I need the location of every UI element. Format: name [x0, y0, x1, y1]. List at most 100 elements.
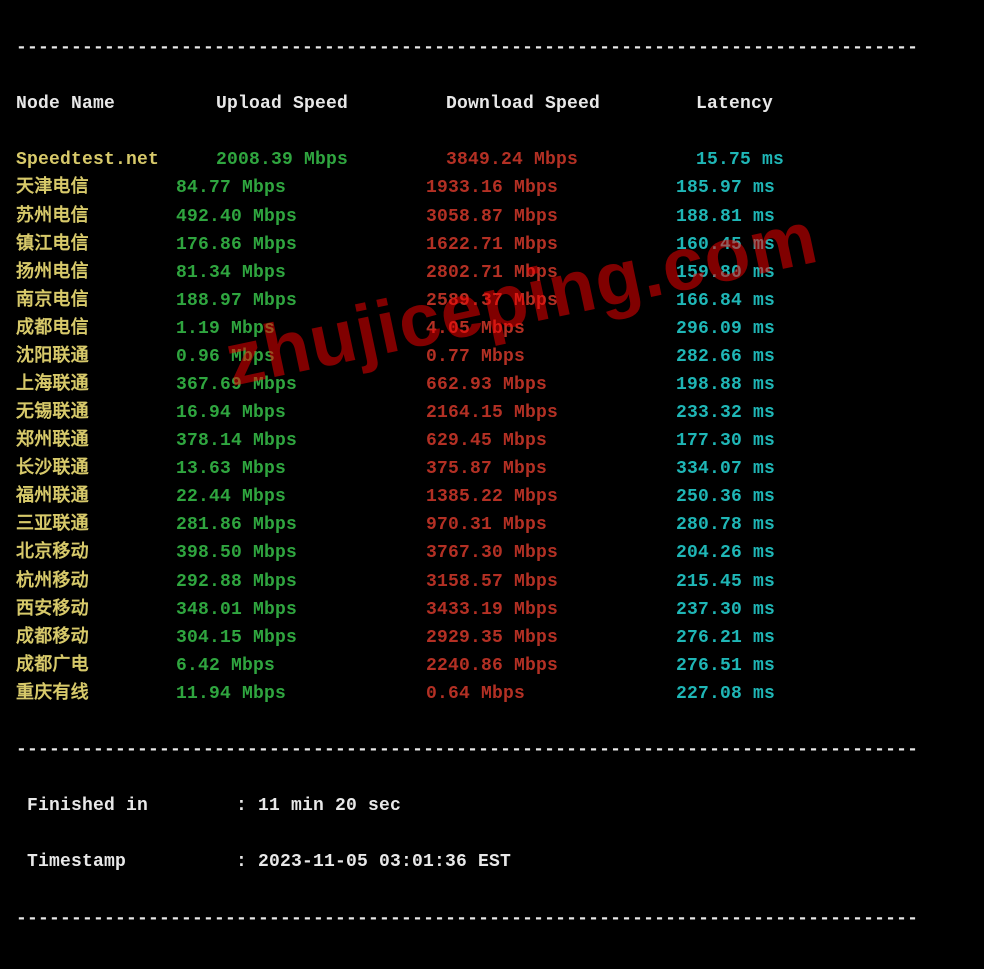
table-row: 成都电信1.19 Mbps4.05 Mbps296.09 ms [16, 315, 968, 343]
finished-sep: : [236, 792, 258, 820]
cell-latency: 166.84 ms [676, 287, 775, 315]
cell-upload: 22.44 Mbps [176, 483, 426, 511]
cell-upload: 1.19 Mbps [176, 315, 426, 343]
cell-latency: 280.78 ms [676, 511, 775, 539]
cell-node: 重庆有线 [16, 680, 176, 708]
cell-upload: 292.88 Mbps [176, 568, 426, 596]
cell-latency: 159.80 ms [676, 259, 775, 287]
divider-mid: ----------------------------------------… [16, 736, 968, 764]
cell-download: 3767.30 Mbps [426, 539, 676, 567]
cell-download: 2164.15 Mbps [426, 399, 676, 427]
footer-timestamp: Timestamp: 2023-11-05 03:01:36 EST [16, 848, 968, 876]
cell-latency: 160.45 ms [676, 231, 775, 259]
cell-download: 2240.86 Mbps [426, 652, 676, 680]
table-row: 南京电信188.97 Mbps2589.37 Mbps166.84 ms [16, 287, 968, 315]
timestamp-sep: : [236, 848, 258, 876]
timestamp-label: Timestamp [16, 848, 236, 876]
cell-latency: 15.75 ms [696, 146, 784, 174]
table-body: Speedtest.net2008.39 Mbps3849.24 Mbps15.… [16, 146, 968, 708]
timestamp-value: 2023-11-05 03:01:36 EST [258, 848, 511, 876]
table-row: 重庆有线11.94 Mbps0.64 Mbps227.08 ms [16, 680, 968, 708]
cell-download: 970.31 Mbps [426, 511, 676, 539]
cell-node: 郑州联通 [16, 427, 176, 455]
header-download: Download Speed [446, 90, 696, 118]
table-row: 杭州移动292.88 Mbps3158.57 Mbps215.45 ms [16, 568, 968, 596]
cell-upload: 304.15 Mbps [176, 624, 426, 652]
cell-upload: 6.42 Mbps [176, 652, 426, 680]
cell-latency: 282.66 ms [676, 343, 775, 371]
cell-latency: 185.97 ms [676, 174, 775, 202]
cell-latency: 296.09 ms [676, 315, 775, 343]
cell-latency: 233.32 ms [676, 399, 775, 427]
cell-download: 1385.22 Mbps [426, 483, 676, 511]
table-row: 上海联通367.69 Mbps662.93 Mbps198.88 ms [16, 371, 968, 399]
table-row: 福州联通22.44 Mbps1385.22 Mbps250.36 ms [16, 483, 968, 511]
header-latency: Latency [696, 90, 773, 118]
cell-node: 杭州移动 [16, 568, 176, 596]
cell-download: 662.93 Mbps [426, 371, 676, 399]
cell-upload: 281.86 Mbps [176, 511, 426, 539]
cell-download: 375.87 Mbps [426, 455, 676, 483]
cell-latency: 250.36 ms [676, 483, 775, 511]
footer-finished: Finished in: 11 min 20 sec [16, 792, 968, 820]
finished-value: 11 min 20 sec [258, 792, 401, 820]
table-row: 苏州电信492.40 Mbps3058.87 Mbps188.81 ms [16, 203, 968, 231]
cell-latency: 177.30 ms [676, 427, 775, 455]
cell-upload: 367.69 Mbps [176, 371, 426, 399]
cell-download: 629.45 Mbps [426, 427, 676, 455]
cell-upload: 2008.39 Mbps [216, 146, 446, 174]
cell-latency: 215.45 ms [676, 568, 775, 596]
divider-bottom: ----------------------------------------… [16, 905, 968, 933]
cell-upload: 398.50 Mbps [176, 539, 426, 567]
table-row: 三亚联通281.86 Mbps970.31 Mbps280.78 ms [16, 511, 968, 539]
finished-label: Finished in [16, 792, 236, 820]
cell-latency: 276.21 ms [676, 624, 775, 652]
cell-node: 成都电信 [16, 315, 176, 343]
header-upload: Upload Speed [216, 90, 446, 118]
cell-upload: 81.34 Mbps [176, 259, 426, 287]
cell-node: 福州联通 [16, 483, 176, 511]
cell-upload: 84.77 Mbps [176, 174, 426, 202]
table-header-row: Node NameUpload SpeedDownload SpeedLaten… [16, 90, 968, 118]
divider-top: ----------------------------------------… [16, 34, 968, 62]
cell-download: 1622.71 Mbps [426, 231, 676, 259]
cell-node: 扬州电信 [16, 259, 176, 287]
cell-node: Speedtest.net [16, 146, 216, 174]
cell-upload: 378.14 Mbps [176, 427, 426, 455]
table-row: 长沙联通13.63 Mbps375.87 Mbps334.07 ms [16, 455, 968, 483]
cell-node: 南京电信 [16, 287, 176, 315]
cell-upload: 0.96 Mbps [176, 343, 426, 371]
table-row: 扬州电信81.34 Mbps2802.71 Mbps159.80 ms [16, 259, 968, 287]
table-row: 无锡联通16.94 Mbps2164.15 Mbps233.32 ms [16, 399, 968, 427]
table-row: 成都广电6.42 Mbps2240.86 Mbps276.51 ms [16, 652, 968, 680]
cell-node: 北京移动 [16, 539, 176, 567]
table-row: 郑州联通378.14 Mbps629.45 Mbps177.30 ms [16, 427, 968, 455]
table-row: 沈阳联通0.96 Mbps0.77 Mbps282.66 ms [16, 343, 968, 371]
cell-upload: 176.86 Mbps [176, 231, 426, 259]
table-row: 成都移动304.15 Mbps2929.35 Mbps276.21 ms [16, 624, 968, 652]
cell-download: 0.64 Mbps [426, 680, 676, 708]
cell-node: 天津电信 [16, 174, 176, 202]
cell-latency: 276.51 ms [676, 652, 775, 680]
table-row: Speedtest.net2008.39 Mbps3849.24 Mbps15.… [16, 146, 968, 174]
cell-node: 苏州电信 [16, 203, 176, 231]
table-row: 天津电信84.77 Mbps1933.16 Mbps185.97 ms [16, 174, 968, 202]
header-node: Node Name [16, 90, 216, 118]
cell-upload: 188.97 Mbps [176, 287, 426, 315]
cell-download: 2802.71 Mbps [426, 259, 676, 287]
cell-upload: 16.94 Mbps [176, 399, 426, 427]
cell-download: 0.77 Mbps [426, 343, 676, 371]
cell-download: 3433.19 Mbps [426, 596, 676, 624]
cell-latency: 237.30 ms [676, 596, 775, 624]
cell-upload: 348.01 Mbps [176, 596, 426, 624]
cell-latency: 204.26 ms [676, 539, 775, 567]
cell-upload: 11.94 Mbps [176, 680, 426, 708]
cell-node: 镇江电信 [16, 231, 176, 259]
table-row: 北京移动398.50 Mbps3767.30 Mbps204.26 ms [16, 539, 968, 567]
table-row: 西安移动348.01 Mbps3433.19 Mbps237.30 ms [16, 596, 968, 624]
cell-latency: 227.08 ms [676, 680, 775, 708]
cell-node: 长沙联通 [16, 455, 176, 483]
cell-download: 1933.16 Mbps [426, 174, 676, 202]
cell-node: 西安移动 [16, 596, 176, 624]
cell-node: 三亚联通 [16, 511, 176, 539]
